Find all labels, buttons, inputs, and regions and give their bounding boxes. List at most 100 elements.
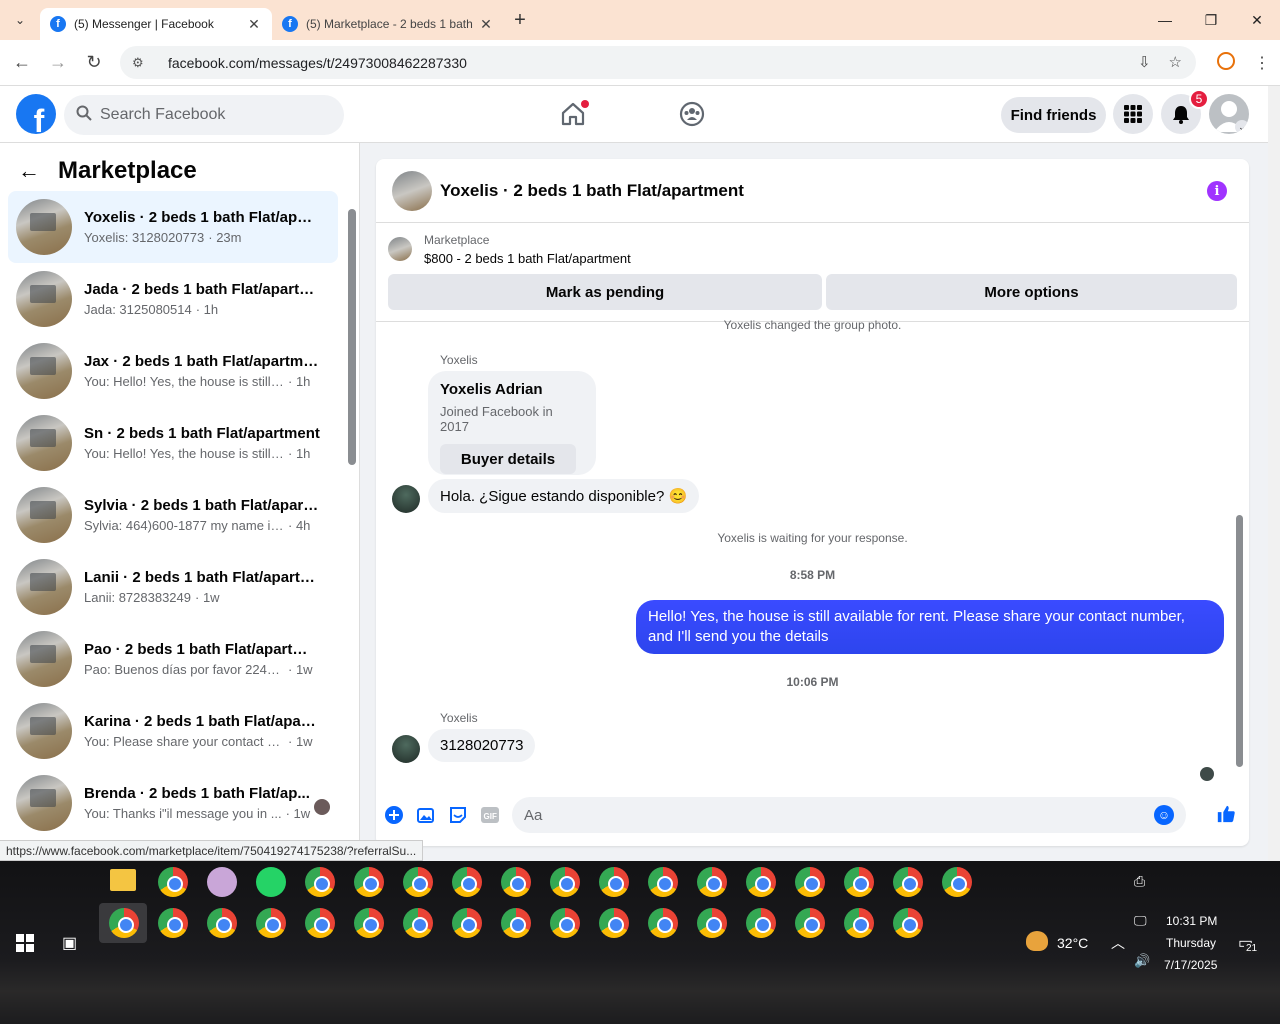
- chrome-icon[interactable]: [305, 908, 335, 938]
- chevron-up-icon[interactable]: ︿: [1111, 933, 1125, 953]
- info-icon[interactable]: i: [1207, 181, 1227, 201]
- profile-icon[interactable]: [1208, 51, 1244, 75]
- close-window-icon[interactable]: ✕: [1234, 0, 1280, 40]
- chrome-icon[interactable]: [648, 867, 678, 897]
- chrome-icon[interactable]: [550, 867, 580, 897]
- minimize-icon[interactable]: —: [1142, 0, 1188, 40]
- mark-pending-button[interactable]: Mark as pending: [388, 274, 822, 310]
- chat-title[interactable]: Yoxelis · 2 beds 1 bath Flat/apartment: [440, 181, 744, 201]
- marketplace-listing[interactable]: Marketplace $800 - 2 beds 1 bath Flat/ap…: [388, 233, 631, 266]
- plus-icon[interactable]: [384, 805, 404, 825]
- clock-day[interactable]: Thursday: [1166, 936, 1216, 950]
- sidebar-scrollbar[interactable]: [348, 209, 356, 465]
- like-icon[interactable]: [1216, 804, 1236, 824]
- tab-marketplace[interactable]: f (5) Marketplace - 2 beds 1 bath ✕: [272, 8, 504, 40]
- chat-scrollbar[interactable]: [1236, 515, 1243, 767]
- task-view-icon[interactable]: ▣: [62, 933, 77, 953]
- chrome-icon[interactable]: [403, 908, 433, 938]
- chrome-icon[interactable]: [207, 908, 237, 938]
- chrome-icon[interactable]: [403, 867, 433, 897]
- chrome-icon[interactable]: [452, 867, 482, 897]
- incoming-message[interactable]: 3128020773: [428, 729, 536, 762]
- more-options-button[interactable]: More options: [826, 274, 1237, 310]
- conversation-item[interactable]: Sn · 2 beds 1 bath Flat/apartment You: He…: [8, 407, 338, 479]
- chrome-icon[interactable]: [844, 867, 874, 897]
- chrome-icon[interactable]: [158, 908, 188, 938]
- chrome-icon[interactable]: [746, 908, 776, 938]
- conversation-item[interactable]: Lanii · 2 beds 1 bath Flat/apartm... Lani…: [8, 551, 338, 623]
- incoming-message[interactable]: Hola. ¿Sigue estando disponible? 😊: [428, 479, 700, 513]
- chrome-icon[interactable]: [942, 867, 972, 897]
- url-text[interactable]: facebook.com/messages/t/2497300846228733…: [168, 55, 467, 71]
- close-tab-icon[interactable]: ✕: [478, 16, 494, 33]
- clock-date[interactable]: 7/17/2025: [1164, 958, 1217, 972]
- bookmark-star-icon[interactable]: ☆: [1169, 53, 1182, 71]
- reload-icon[interactable]: ↻: [76, 52, 112, 73]
- back-icon[interactable]: ←: [4, 52, 40, 73]
- chrome-icon[interactable]: [501, 908, 531, 938]
- chrome-icon[interactable]: [697, 867, 727, 897]
- home-icon[interactable]: [557, 98, 589, 130]
- chrome-icon[interactable]: [795, 908, 825, 938]
- notifications-button[interactable]: 5: [1161, 89, 1209, 134]
- clock-time[interactable]: 10:31 PM: [1166, 914, 1217, 928]
- conversation-item[interactable]: Sylvia · 2 beds 1 bath Flat/apart... Sylv…: [8, 479, 338, 551]
- chrome-icon[interactable]: [893, 908, 923, 938]
- forward-icon[interactable]: →: [40, 52, 76, 73]
- chrome-icon[interactable]: [550, 908, 580, 938]
- photo-icon[interactable]: [416, 805, 436, 825]
- facebook-logo-icon[interactable]: f: [16, 94, 56, 134]
- sender-avatar[interactable]: [392, 485, 420, 513]
- chrome-icon[interactable]: [305, 867, 335, 897]
- chrome-icon[interactable]: [795, 867, 825, 897]
- chrome-icon[interactable]: [158, 867, 188, 897]
- chrome-icon[interactable]: [746, 867, 776, 897]
- meet-now-icon[interactable]: ⎙: [1134, 873, 1145, 890]
- gif-icon[interactable]: GIF: [480, 805, 500, 825]
- menu-grid-button[interactable]: [1113, 94, 1153, 134]
- tab-search-icon[interactable]: ⌄: [0, 0, 40, 40]
- buyer-details-button[interactable]: Buyer details: [440, 444, 576, 474]
- chrome-icon[interactable]: [599, 908, 629, 938]
- message-input[interactable]: Aa ☺: [512, 797, 1186, 833]
- install-app-icon[interactable]: ⇩: [1138, 53, 1151, 71]
- site-info-icon[interactable]: ⚙: [132, 55, 156, 71]
- chrome-icon[interactable]: [893, 867, 923, 897]
- conversation-item[interactable]: Jada · 2 beds 1 bath Flat/apartm... Jada:…: [8, 263, 338, 335]
- chrome-icon[interactable]: [354, 867, 384, 897]
- sender-avatar[interactable]: [392, 735, 420, 763]
- find-friends-button[interactable]: Find friends: [1001, 97, 1106, 133]
- chrome-icon[interactable]: [599, 867, 629, 897]
- chrome-icon[interactable]: [452, 908, 482, 938]
- chrome-icon[interactable]: [109, 908, 139, 938]
- volume-icon[interactable]: 🔊: [1134, 953, 1150, 969]
- page-scrollbar[interactable]: [1268, 86, 1280, 861]
- temperature[interactable]: 32°C: [1057, 935, 1088, 951]
- chrome-icon[interactable]: [697, 908, 727, 938]
- groups-icon[interactable]: [676, 98, 708, 130]
- chat-thumbnail[interactable]: [392, 170, 432, 211]
- restore-icon[interactable]: ❐: [1188, 0, 1234, 40]
- omnibox[interactable]: ⚙ facebook.com/messages/t/24973008462287…: [120, 46, 1196, 79]
- sticker-icon[interactable]: [448, 805, 468, 825]
- emoji-icon[interactable]: ☺: [1154, 805, 1174, 825]
- search-input[interactable]: Search Facebook: [64, 95, 344, 135]
- outgoing-message[interactable]: Hello! Yes, the house is still available…: [636, 600, 1224, 654]
- file-explorer-icon[interactable]: [110, 869, 136, 891]
- chrome-icon[interactable]: [354, 908, 384, 938]
- browser-menu-icon[interactable]: ⋮: [1244, 53, 1280, 73]
- close-tab-icon[interactable]: ✕: [246, 16, 262, 33]
- chrome-icon[interactable]: [256, 908, 286, 938]
- chrome-icon[interactable]: [501, 867, 531, 897]
- network-icon[interactable]: 🖵: [1134, 913, 1147, 929]
- account-avatar[interactable]: ⌄: [1209, 94, 1249, 134]
- conversation-item[interactable]: Yoxelis · 2 beds 1 bath Flat/apart... Yox…: [8, 191, 338, 263]
- back-arrow-icon[interactable]: ←: [18, 158, 40, 184]
- conversation-item[interactable]: Karina · 2 beds 1 bath Flat/apart... You:…: [8, 695, 338, 767]
- windows-start-icon[interactable]: [16, 934, 34, 957]
- weather-icon[interactable]: [1026, 931, 1048, 951]
- chrome-icon[interactable]: [648, 908, 678, 938]
- chrome-icon[interactable]: [844, 908, 874, 938]
- paint-icon[interactable]: [207, 867, 237, 897]
- tab-messenger[interactable]: f (5) Messenger | Facebook ✕: [40, 8, 272, 40]
